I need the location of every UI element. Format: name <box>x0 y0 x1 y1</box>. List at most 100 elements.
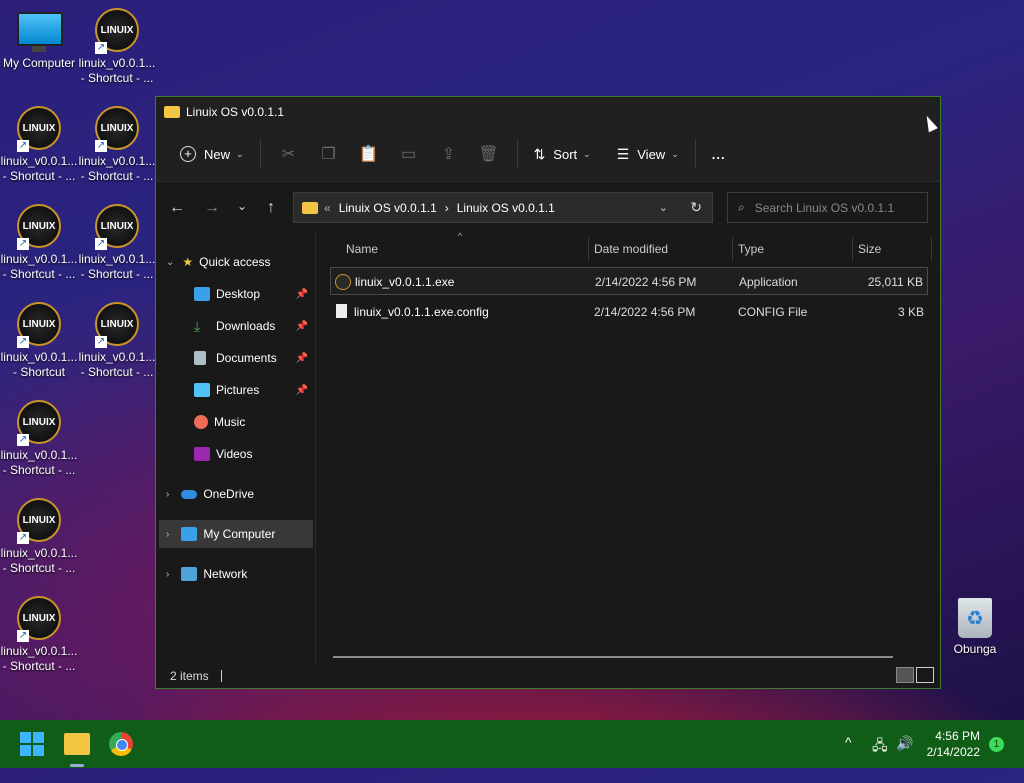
pin-icon[interactable]: 📌 <box>296 385 308 396</box>
file-row[interactable]: linuix_v0.0.1.1.exe 2/14/2022 4:56 PM Ap… <box>330 267 928 295</box>
sort-button[interactable]: ⇅ Sort ⌄ <box>526 138 599 170</box>
column-header-type[interactable]: Type <box>738 242 764 266</box>
chevron-down-icon: ⌄ <box>671 148 679 159</box>
breadcrumb-segment[interactable]: Linuix OS v0.0.1.1 <box>339 201 437 215</box>
details-view-icon[interactable] <box>896 667 914 683</box>
sidebar-item-label: Music <box>214 415 246 429</box>
desktop-icon-shortcut[interactable]: LINUIX ↗ linuix_v0.0.1... - Shortcut - ..… <box>78 302 156 380</box>
clock[interactable]: 4:56 PM 2/14/2022 <box>922 728 980 776</box>
desktop-icon-shortcut[interactable]: LINUIX ↗ linuix_v0.0.1... - Shortcut <box>0 302 78 380</box>
chevron-down-icon: ⌄ <box>166 256 175 268</box>
column-separator[interactable] <box>732 237 733 261</box>
sidebar-item-videos[interactable]: Videos <box>156 440 314 468</box>
sidebar-item-documents[interactable]: Documents 📌 <box>156 344 314 372</box>
sidebar-item-network[interactable]: › Network <box>156 560 314 588</box>
desktop-icon-shortcut[interactable]: LINUIX ↗ linuix_v0.0.1... - Shortcut - ..… <box>0 498 78 576</box>
file-explorer-window[interactable]: Linuix OS v0.0.1.1 + New ⌄ ✂ ❐ 📋 ▭ ⇪ 🗑 ⇅… <box>155 96 941 689</box>
document-icon <box>194 351 206 365</box>
desktop-icon-label: linuix_v0.0.1... - Shortcut - ... <box>78 154 156 183</box>
address-bar[interactable]: « Linuix OS v0.0.1.1 › Linuix OS v0.0.1.… <box>293 192 713 223</box>
notification-badge[interactable]: 1 <box>989 737 1004 752</box>
desktop-icon-shortcut[interactable]: LINUIX ↗ linuix_v0.0.1... - Shortcut - ..… <box>0 400 78 478</box>
sidebar-item-music[interactable]: Music <box>156 408 314 436</box>
column-separator[interactable] <box>852 237 853 261</box>
shortcut-arrow-icon: ↗ <box>17 434 29 446</box>
breadcrumb-segment[interactable]: Linuix OS v0.0.1.1 <box>457 201 555 215</box>
column-header-name[interactable]: Name <box>346 242 378 266</box>
copy-icon[interactable]: ❐ <box>315 140 343 168</box>
pin-icon[interactable]: 📌 <box>296 353 308 364</box>
more-options-button[interactable]: ... <box>704 138 734 170</box>
horizontal-scrollbar[interactable] <box>333 656 893 658</box>
desktop-icon-shortcut[interactable]: LINUIX ↗ linuix_v0.0.1... - Shortcut - ..… <box>0 204 78 282</box>
chevron-down-icon: ⌄ <box>236 148 244 159</box>
search-input[interactable]: ⌕ Search Linuix OS v0.0.1.1 <box>727 192 928 223</box>
desktop-icon-label: linuix_v0.0.1... - Shortcut - ... <box>78 252 156 281</box>
forward-button[interactable]: → <box>197 199 227 217</box>
view-button[interactable]: ☰ View ⌄ <box>609 138 687 170</box>
chrome-icon[interactable] <box>109 732 133 756</box>
toolbar-separator <box>259 139 261 169</box>
sidebar-item-label: Pictures <box>216 383 260 397</box>
shortcut-arrow-icon: ↗ <box>95 140 107 152</box>
up-button[interactable]: ↑ <box>256 199 286 217</box>
show-hidden-icons-button[interactable]: ^ <box>845 734 852 782</box>
sort-icon: ⇅ <box>533 145 546 162</box>
delete-icon[interactable]: 🗑 <box>475 140 503 168</box>
pin-icon[interactable]: 📌 <box>296 289 308 300</box>
file-date: 2/14/2022 4:56 PM <box>595 275 697 289</box>
sidebar-item-label: Quick access <box>199 255 271 269</box>
chevron-down-icon[interactable]: ⌄ <box>659 201 668 214</box>
tiles-view-icon[interactable] <box>916 667 934 683</box>
cloud-icon <box>181 489 198 499</box>
address-overflow[interactable]: « <box>324 201 331 215</box>
desktop-icon-my-computer[interactable]: My Computer <box>0 10 78 71</box>
download-icon: ⤓ <box>194 318 201 334</box>
desktop-icon-shortcut[interactable]: LINUIX ↗ linuix_v0.0.1... - Shortcut - ..… <box>78 106 156 184</box>
sidebar-item-onedrive[interactable]: › OneDrive <box>156 480 314 508</box>
sidebar-item-downloads[interactable]: ⤓ Downloads 📌 <box>156 312 314 340</box>
file-name: linuix_v0.0.1.1.exe <box>355 275 455 289</box>
clock-date: 2/14/2022 <box>926 745 980 759</box>
desktop-icon-shortcut[interactable]: LINUIX ↗ linuix_v0.0.1... - Shortcut - ..… <box>0 106 78 184</box>
star-icon: ★ <box>182 255 194 269</box>
shortcut-arrow-icon: ↗ <box>95 42 107 54</box>
sidebar-item-label: OneDrive <box>203 487 255 501</box>
taskbar: ^ 🖧 🔊 4:56 PM 2/14/2022 1 <box>0 720 1024 768</box>
file-type: CONFIG File <box>738 305 808 319</box>
title-bar[interactable]: Linuix OS v0.0.1.1 <box>156 97 940 127</box>
start-button[interactable] <box>20 732 44 756</box>
toolbar-separator <box>516 139 518 169</box>
sidebar-item-pictures[interactable]: Pictures 📌 <box>156 376 314 404</box>
network-icon[interactable]: 🖧 <box>872 735 888 783</box>
back-button[interactable]: ← <box>162 199 192 217</box>
shortcut-arrow-icon: ↗ <box>17 336 29 348</box>
file-explorer-taskbar-icon[interactable] <box>64 733 90 755</box>
desktop-icon-shortcut[interactable]: LINUIX ↗ linuix_v0.0.1... - Shortcut - ..… <box>0 596 78 674</box>
desktop-icon-shortcut[interactable]: LINUIX ↗ linuix_v0.0.1... - Shortcut - ..… <box>78 204 156 282</box>
paste-icon[interactable]: 📋 <box>355 140 383 168</box>
taskbar-active-indicator <box>70 764 84 767</box>
new-button[interactable]: + New ⌄ <box>172 138 252 170</box>
pane-divider[interactable] <box>315 232 316 664</box>
refresh-icon[interactable]: ↻ <box>690 199 702 216</box>
desktop-icon-recycle-bin[interactable]: ♻ Obunga <box>936 598 1014 657</box>
column-separator[interactable] <box>588 237 589 261</box>
share-icon[interactable]: ⇪ <box>435 140 463 168</box>
sidebar-item-quick-access[interactable]: ⌄ ★ Quick access <box>156 248 314 276</box>
desktop-icon-shortcut[interactable]: LINUIX ↗ linuix_v0.0.1... - Shortcut - ..… <box>78 8 156 86</box>
column-header-date[interactable]: Date modified <box>594 242 668 266</box>
volume-icon[interactable]: 🔊 <box>896 735 913 783</box>
sidebar-item-my-computer[interactable]: › My Computer <box>159 520 313 548</box>
chevron-right-icon: › <box>166 568 170 580</box>
sidebar-item-label: Documents <box>216 351 277 365</box>
column-header-size[interactable]: Size <box>858 242 881 266</box>
rename-icon[interactable]: ▭ <box>395 140 423 168</box>
sidebar-item-label: Desktop <box>216 287 261 301</box>
recent-locations-button[interactable]: ⌄ <box>227 199 257 213</box>
file-row[interactable]: linuix_v0.0.1.1.exe.config 2/14/2022 4:5… <box>330 298 928 326</box>
sidebar-item-desktop[interactable]: Desktop 📌 <box>156 280 314 308</box>
pin-icon[interactable]: 📌 <box>296 321 308 332</box>
cut-icon[interactable]: ✂ <box>275 140 303 168</box>
column-separator[interactable] <box>931 237 932 261</box>
